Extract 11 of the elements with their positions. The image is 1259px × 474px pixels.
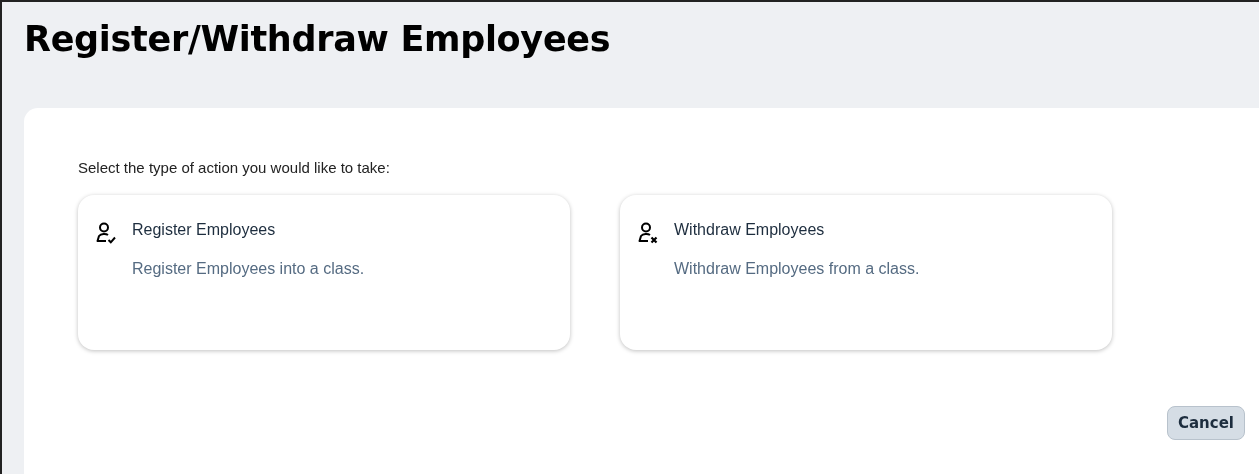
action-card[interactable]: Register Employees Register Employees into a class. — [78, 195, 570, 350]
card-description: Withdraw Employees from a class. — [674, 259, 920, 279]
card-description: Register Employees into a class. — [132, 259, 365, 279]
cancel-button[interactable]: Cancel — [1167, 406, 1245, 440]
page-title: Register/Withdraw Employees — [24, 18, 612, 61]
instruction-text: Select the type of action you would like to take: — [78, 158, 391, 178]
person-x-icon — [636, 221, 660, 245]
card-title: Withdraw Employees — [674, 220, 826, 240]
person-check-icon — [94, 221, 118, 245]
card-title: Register Employees — [132, 220, 277, 240]
action-card[interactable]: Withdraw Employees Withdraw Employees from a class. — [620, 195, 1112, 350]
